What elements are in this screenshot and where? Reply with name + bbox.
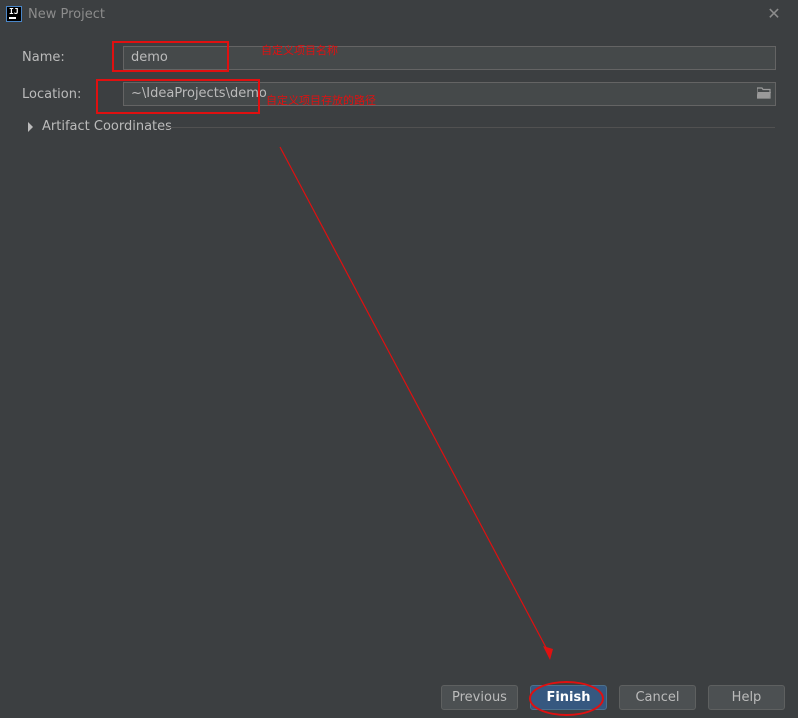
annotation-arrow <box>279 146 553 660</box>
